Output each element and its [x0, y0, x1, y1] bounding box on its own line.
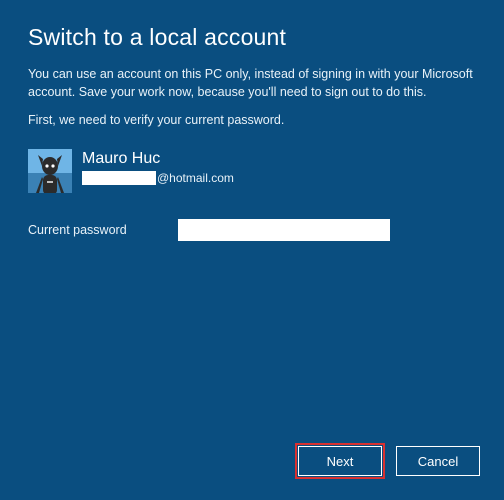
page-title: Switch to a local account — [28, 24, 476, 51]
next-button[interactable]: Next — [298, 446, 382, 476]
password-input[interactable] — [178, 219, 390, 241]
password-row: Current password — [28, 219, 476, 241]
button-bar: Next Cancel — [298, 446, 480, 476]
cancel-button[interactable]: Cancel — [396, 446, 480, 476]
user-text: Mauro Huc @hotmail.com — [82, 149, 234, 185]
avatar — [28, 149, 72, 193]
avatar-icon — [28, 149, 72, 193]
dialog-content: Switch to a local account You can use an… — [0, 0, 504, 241]
description-text: You can use an account on this PC only, … — [28, 65, 476, 101]
email-redacted — [82, 171, 156, 185]
password-label: Current password — [28, 223, 148, 237]
user-block: Mauro Huc @hotmail.com — [28, 149, 476, 193]
user-email: @hotmail.com — [82, 171, 234, 185]
user-name: Mauro Huc — [82, 150, 234, 168]
email-domain: @hotmail.com — [157, 171, 234, 185]
verify-text: First, we need to verify your current pa… — [28, 113, 476, 127]
